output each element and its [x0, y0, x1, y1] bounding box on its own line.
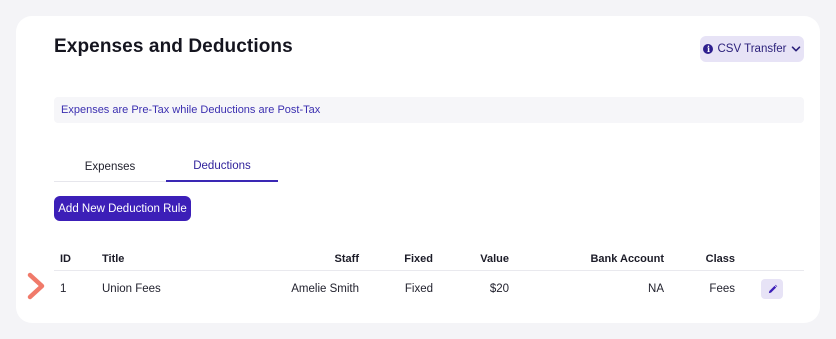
deductions-table: ID Title Staff Fixed Value Bank Account …: [54, 248, 804, 307]
table-header-row: ID Title Staff Fixed Value Bank Account …: [54, 248, 804, 271]
csv-transfer-button[interactable]: i CSV Transfer: [700, 36, 804, 62]
edit-button[interactable]: [761, 279, 783, 299]
tab-deductions[interactable]: Deductions: [166, 152, 278, 182]
tax-notice: Expenses are Pre-Tax while Deductions ar…: [54, 97, 804, 123]
header-id: ID: [60, 253, 71, 265]
add-deduction-rule-button[interactable]: Add New Deduction Rule: [54, 196, 191, 221]
cell-bank-account: NA: [648, 283, 664, 295]
tab-bar: Expenses Deductions: [54, 152, 804, 182]
header-title: Title: [102, 253, 125, 265]
deductions-card: Expenses and Deductions i CSV Transfer E…: [16, 16, 820, 323]
table-row: 1 Union Fees Amelie Smith Fixed $20 NA F…: [54, 271, 804, 307]
cell-title: Union Fees: [102, 283, 161, 295]
header-class: Class: [705, 253, 735, 265]
chevron-right-marker-icon: [27, 272, 45, 300]
csv-transfer-label: CSV Transfer: [717, 43, 787, 55]
info-icon: i: [703, 44, 714, 54]
page-title: Expenses and Deductions: [54, 36, 293, 57]
cell-fixed: Fixed: [404, 283, 433, 295]
cell-value: $20: [489, 283, 509, 295]
header-bank-account: Bank Account: [590, 253, 664, 265]
header-value: Value: [480, 253, 509, 265]
header-staff: Staff: [334, 253, 359, 265]
pencil-icon: [768, 284, 777, 293]
chevron-down-icon: [791, 46, 800, 52]
row-action-cell: [761, 271, 783, 307]
header-fixed: Fixed: [404, 253, 433, 265]
tab-expenses[interactable]: Expenses: [54, 152, 166, 182]
cell-staff: Amelie Smith: [291, 283, 359, 295]
cell-id: 1: [60, 283, 67, 295]
cell-class: Fees: [709, 283, 735, 295]
